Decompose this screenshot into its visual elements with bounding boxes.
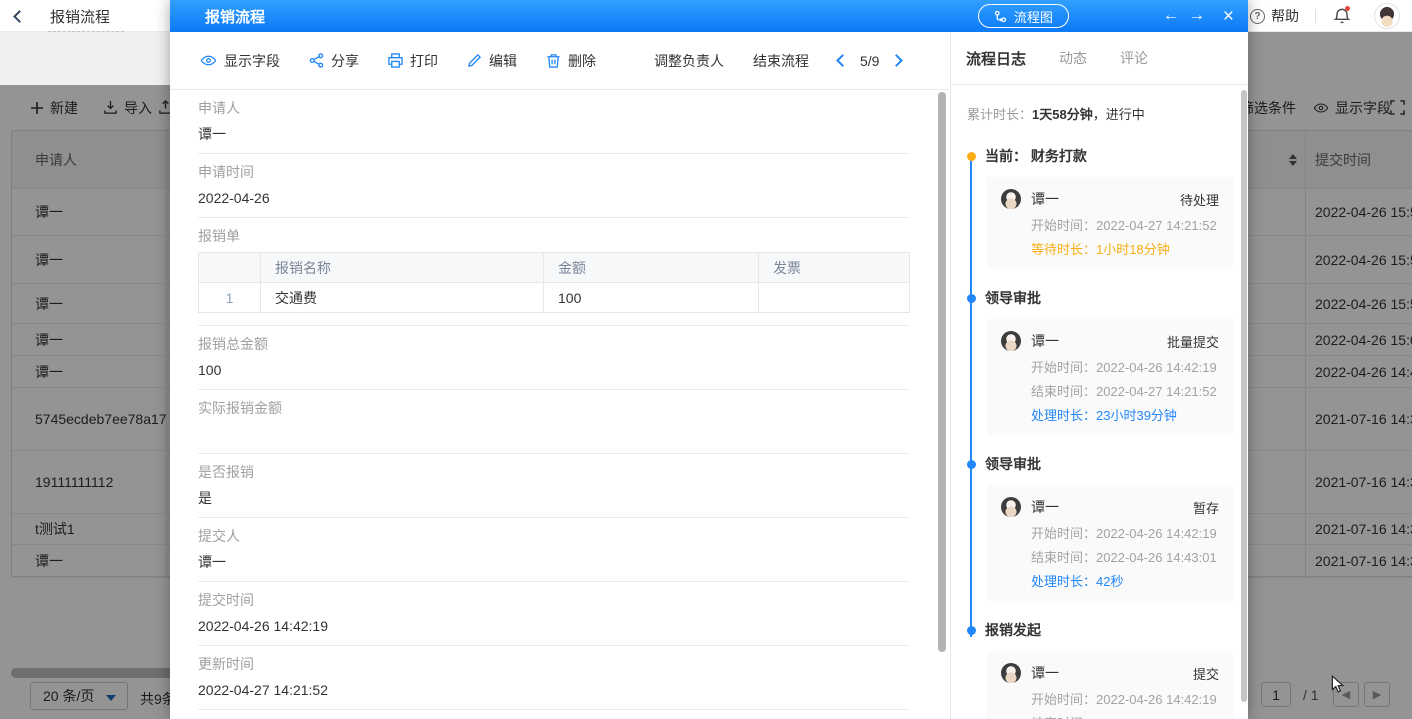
reassign-owner-button[interactable]: 调整负责人 [654, 51, 724, 71]
delete-button[interactable]: 删除 [546, 51, 596, 71]
user-avatar [1001, 663, 1021, 683]
field-submit-time: 提交时间 2022-04-26 14:42:19 [198, 582, 910, 646]
status-badge: 提交 [1192, 666, 1219, 682]
user-avatar [1001, 331, 1021, 351]
timeline-card: 谭一 暂存 开始时间：2022-04-26 14:42:19 结束时间：2022… [987, 485, 1233, 601]
expense-table-row[interactable]: 1 交通费 100 [198, 282, 910, 313]
field-total-amount: 报销总金额 100 [198, 326, 910, 390]
edit-button[interactable]: 编辑 [467, 51, 517, 71]
detail-toolbar: 显示字段 分享 打印 编辑 删除 调整负责人 结束流程 5/9 [170, 32, 950, 90]
bg-subheader-strip [0, 32, 170, 85]
field-flow-status: 流程状态 [198, 710, 910, 719]
timeline-step-title: 领导审批 [967, 454, 1232, 474]
tab-activity[interactable]: 动态 [1059, 48, 1087, 68]
timeline-connector [970, 155, 972, 637]
back-icon[interactable] [13, 9, 26, 23]
total-duration: 累计时长：1天58分钟，进行中 [967, 107, 1145, 122]
modal-title: 报销流程 [205, 8, 266, 26]
process-log-pane: 流程日志 动态 评论 累计时长：1天58分钟，进行中 当前： 财务打款 谭一 待… [950, 32, 1248, 719]
tab-comments[interactable]: 评论 [1120, 48, 1148, 68]
user-avatar[interactable] [1374, 3, 1400, 29]
field-applicant: 申请人 谭一 [198, 90, 910, 154]
user-avatar [1001, 189, 1021, 209]
timeline-dot [967, 460, 976, 469]
log-tabs: 流程日志 动态 评论 [951, 32, 1248, 85]
timeline-card: 谭一 批量提交 开始时间：2022-04-26 14:42:19 结束时间：20… [987, 319, 1233, 435]
field-submitter: 提交人 谭一 [198, 518, 910, 582]
log-scrollbar[interactable] [1241, 90, 1247, 702]
timeline-step-title: 报销发起 [967, 620, 1232, 640]
pager-position: 5/9 [860, 52, 880, 69]
help-label[interactable]: 帮助 [1271, 6, 1299, 26]
page-title: 报销流程 [48, 6, 125, 32]
flowchart-button[interactable]: 流程图 [977, 4, 1069, 28]
timeline-dot [967, 294, 976, 303]
pager-next-icon[interactable] [890, 54, 904, 67]
field-update-time: 更新时间 2022-04-27 14:21:52 [198, 646, 910, 710]
print-button[interactable]: 打印 [388, 51, 438, 71]
notification-dot [1345, 6, 1350, 11]
prev-record-arrow-icon[interactable]: ← [1163, 8, 1179, 24]
field-apply-date: 申请时间 2022-04-26 [198, 154, 910, 218]
timeline-dot-current [967, 152, 976, 161]
topbar-divider [1315, 9, 1316, 23]
timeline-step-title: 当前： 财务打款 [967, 146, 1232, 166]
show-fields-button[interactable]: 显示字段 [200, 51, 280, 71]
process-timeline: 当前： 财务打款 谭一 待处理 开始时间：2022-04-27 14:21:52… [967, 146, 1233, 719]
field-actual-amount: 实际报销金额 [198, 390, 910, 454]
field-expense-items: 报销单 报销名称 金额 发票 1 交通费 100 [198, 218, 910, 326]
detail-pane: 显示字段 分享 打印 编辑 删除 调整负责人 结束流程 5/9 申请人 谭一 申… [170, 32, 950, 719]
timeline-step-title: 领导审批 [967, 288, 1232, 308]
pager-prev-icon[interactable] [836, 54, 849, 67]
timeline-card: 谭一 待处理 开始时间：2022-04-27 14:21:52 等待时长：1小时… [987, 177, 1233, 269]
close-icon[interactable]: × [1223, 7, 1234, 26]
record-detail-modal: 报销流程 流程图 ← → × 显示字段 分享 打印 编辑 删除 调整负责人 结束… [170, 0, 1248, 719]
status-badge: 待处理 [1179, 192, 1219, 208]
share-button[interactable]: 分享 [309, 51, 359, 71]
log-body: 累计时长：1天58分钟，进行中 当前： 财务打款 谭一 待处理 开始时间：202… [951, 85, 1248, 719]
status-badge: 暂存 [1192, 500, 1219, 516]
detail-scrollbar[interactable] [938, 92, 946, 652]
status-badge: 批量提交 [1166, 334, 1219, 350]
modal-mask-left [0, 85, 170, 719]
record-pager: 5/9 [836, 52, 904, 69]
user-avatar [1001, 497, 1021, 517]
detail-form: 申请人 谭一 申请时间 2022-04-26 报销单 报销名称 金额 发票 1 … [170, 90, 950, 719]
notification-bell-icon[interactable] [1332, 6, 1352, 26]
timeline-dot [967, 626, 976, 635]
expense-table-header: 报销名称 金额 发票 [198, 252, 910, 283]
help-icon[interactable]: ? [1250, 8, 1265, 24]
next-record-arrow-icon[interactable]: → [1189, 8, 1205, 24]
modal-mask-right [1248, 32, 1412, 719]
modal-header: 报销流程 流程图 ← → × [170, 0, 1248, 32]
expense-items-table: 报销名称 金额 发票 1 交通费 100 [198, 252, 910, 313]
field-is-reimbursed: 是否报销 是 [198, 454, 910, 518]
tab-process-log[interactable]: 流程日志 [966, 48, 1026, 69]
end-flow-button[interactable]: 结束流程 [753, 51, 809, 71]
title-dashed-underline [48, 30, 125, 32]
timeline-card: 谭一 提交 开始时间：2022-04-26 14:42:19 结束时间：2022… [987, 651, 1233, 719]
